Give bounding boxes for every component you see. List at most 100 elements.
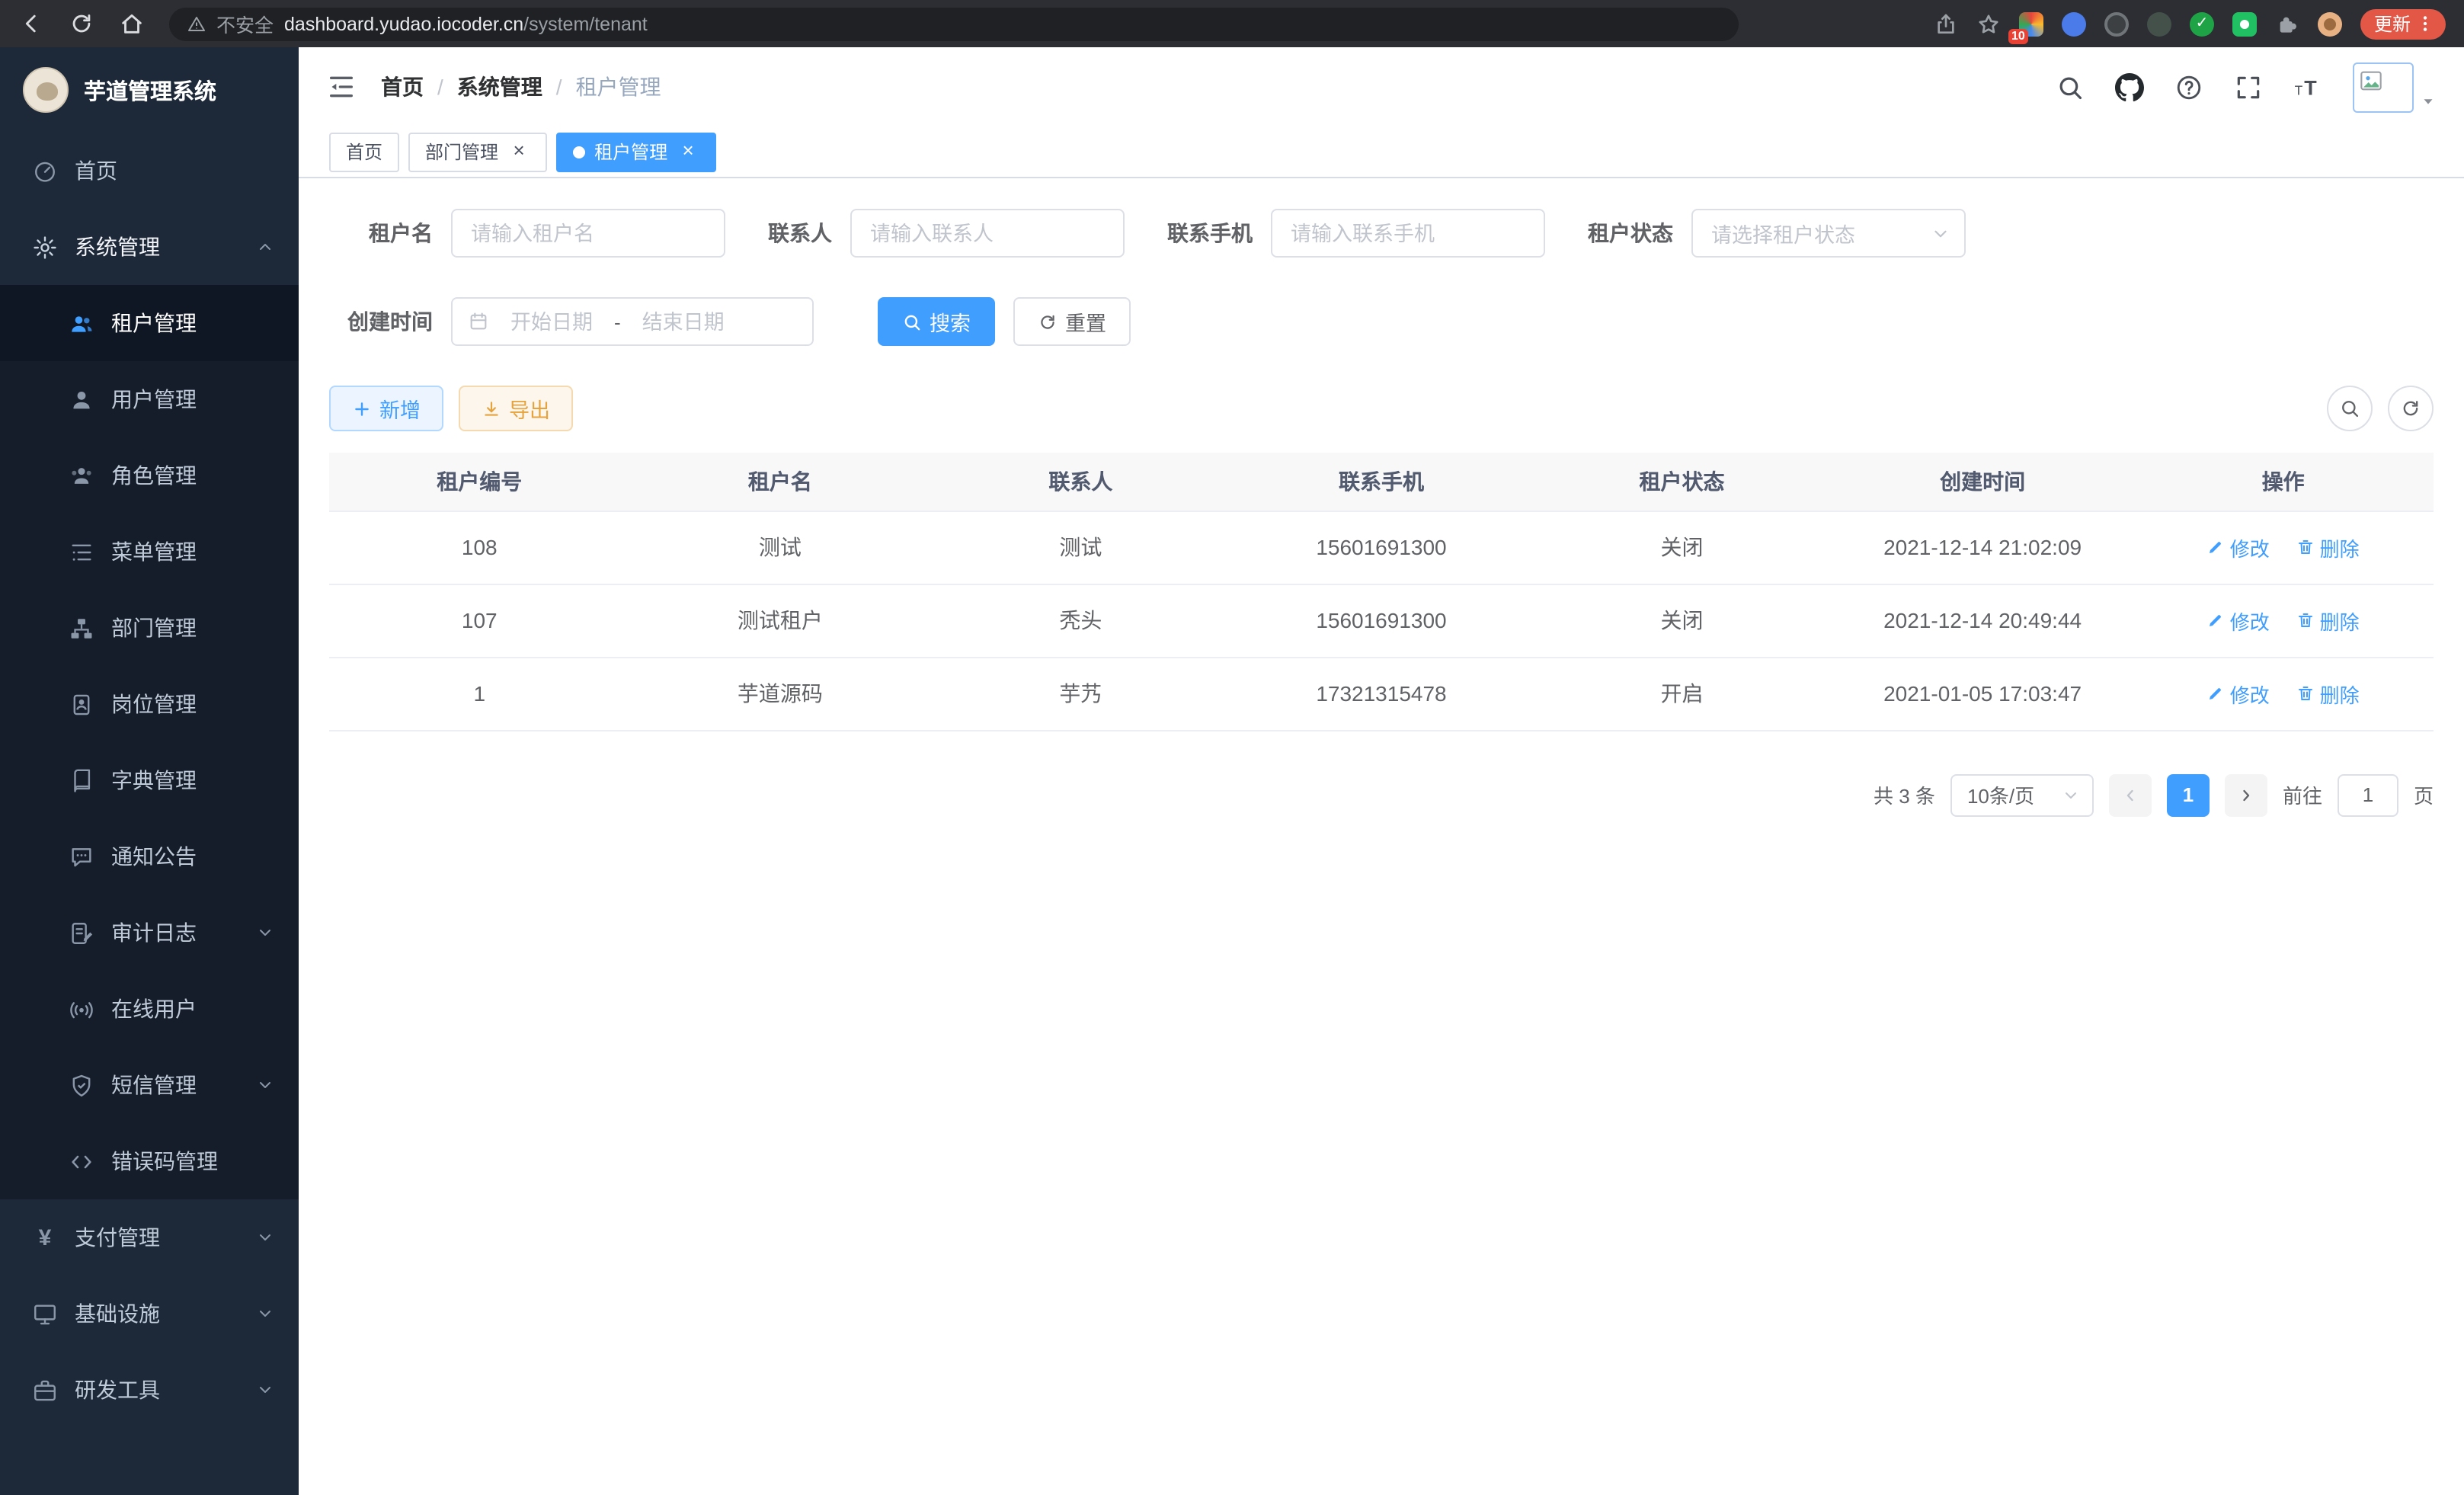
cell-created: 2021-12-14 21:02:09 — [1832, 511, 2133, 584]
start-date-input[interactable] — [495, 310, 608, 333]
chevron-down-icon — [1931, 223, 1950, 243]
sidebar-item-user-management[interactable]: 用户管理 — [0, 361, 299, 437]
font-size-icon[interactable]: TT — [2293, 72, 2322, 101]
search-icon — [2339, 398, 2360, 419]
app-logo-row[interactable]: 芋道管理系统 — [0, 47, 299, 133]
sidebar-item-error-code-management[interactable]: 错误码管理 — [0, 1123, 299, 1199]
sidebar-item-payment-management[interactable]: ¥ 支付管理 — [0, 1199, 299, 1276]
cell-phone: 15601691300 — [1231, 511, 1532, 584]
tab-home[interactable]: 首页 — [329, 132, 399, 171]
sidebar-item-dict-management[interactable]: 字典管理 — [0, 742, 299, 818]
sidebar-item-role-management[interactable]: 角色管理 — [0, 437, 299, 514]
chevron-down-icon — [256, 1076, 274, 1094]
delete-link[interactable]: 删除 — [2297, 679, 2360, 708]
tenant-status-select[interactable]: 请选择租户状态 — [1691, 209, 1966, 258]
range-separator: - — [614, 310, 621, 333]
fullscreen-icon[interactable] — [2234, 72, 2263, 101]
trash-icon — [2297, 611, 2315, 629]
edit-link[interactable]: 修改 — [2207, 679, 2270, 708]
back-icon[interactable] — [18, 11, 44, 37]
extension-adblock-icon[interactable]: 10 — [2019, 11, 2043, 36]
chevron-down-icon — [256, 1305, 274, 1323]
sidebar-item-menu-management[interactable]: 菜单管理 — [0, 514, 299, 590]
goto-page-input[interactable] — [2338, 773, 2398, 816]
phone-label: 联系手机 — [1167, 218, 1253, 248]
browser-update-button[interactable]: 更新 — [2360, 8, 2446, 39]
sidebar-item-notice[interactable]: 通知公告 — [0, 818, 299, 895]
download-icon — [482, 399, 501, 418]
menu-list-icon — [69, 539, 94, 565]
app-logo — [23, 67, 69, 113]
breadcrumb-separator: / — [437, 75, 443, 99]
tenant-name-input[interactable] — [451, 209, 725, 258]
svg-text:T: T — [2304, 76, 2317, 99]
search-icon[interactable] — [2056, 72, 2085, 101]
sidebar-item-system-management[interactable]: 系统管理 — [0, 209, 299, 285]
edit-link[interactable]: 修改 — [2207, 533, 2270, 562]
export-button[interactable]: 导出 — [459, 386, 573, 431]
sidebar-fold-icon[interactable] — [326, 72, 357, 102]
url-path: /system/tenant — [523, 13, 648, 34]
next-page-button[interactable] — [2225, 773, 2267, 816]
sidebar-item-online-users[interactable]: 在线用户 — [0, 971, 299, 1047]
breadcrumb-system[interactable]: 系统管理 — [457, 72, 542, 102]
table-row: 1 芋道源码 芋艿 17321315478 开启 2021-01-05 17:0… — [329, 657, 2434, 730]
end-date-input[interactable] — [627, 310, 740, 333]
help-icon[interactable] — [2174, 72, 2203, 101]
delete-link[interactable]: 删除 — [2297, 533, 2360, 562]
extension-shield-icon[interactable] — [2062, 11, 2086, 36]
bookmark-star-icon[interactable] — [1976, 11, 2001, 36]
refresh-table-button[interactable] — [2388, 386, 2434, 431]
reset-button[interactable]: 重置 — [1013, 297, 1131, 346]
tab-tenant-management[interactable]: 租户管理× — [556, 132, 716, 171]
reload-icon[interactable] — [69, 11, 94, 37]
pencil-icon — [2207, 684, 2226, 703]
extension-check-icon[interactable]: ✓ — [2190, 11, 2214, 36]
page-size-select[interactable]: 10条/页 — [1950, 773, 2094, 816]
extension-camera-icon[interactable] — [2104, 11, 2129, 36]
extension-dark-icon[interactable] — [2147, 11, 2171, 36]
sidebar-item-dev-tools[interactable]: 研发工具 — [0, 1352, 299, 1428]
search-icon — [902, 312, 922, 331]
sidebar-item-audit-log[interactable]: 审计日志 — [0, 895, 299, 971]
user-avatar-menu[interactable] — [2353, 62, 2437, 112]
toggle-search-button[interactable] — [2327, 386, 2373, 431]
edit-link[interactable]: 修改 — [2207, 606, 2270, 635]
close-icon[interactable]: × — [677, 140, 699, 163]
plus-icon — [352, 399, 372, 418]
delete-link[interactable]: 删除 — [2297, 606, 2360, 635]
wireless-signal-icon — [69, 996, 94, 1022]
create-time-range-picker[interactable]: - — [451, 297, 814, 346]
refresh-icon — [2400, 398, 2421, 419]
address-bar[interactable]: 不安全 dashboard.yudao.iocoder.cn/system/te… — [169, 7, 1739, 40]
warning-icon — [187, 14, 206, 33]
toolbox-icon — [32, 1377, 58, 1403]
sidebar-item-post-management[interactable]: 岗位管理 — [0, 666, 299, 742]
sidebar-item-sms-management[interactable]: 短信管理 — [0, 1047, 299, 1123]
sidebar-item-home[interactable]: 首页 — [0, 133, 299, 209]
browser-profile-avatar[interactable] — [2318, 11, 2342, 36]
breadcrumb-home[interactable]: 首页 — [381, 72, 424, 102]
search-button[interactable]: 搜索 — [878, 297, 995, 346]
add-button[interactable]: 新增 — [329, 386, 443, 431]
tenant-name-label: 租户名 — [329, 218, 433, 248]
phone-input[interactable] — [1271, 209, 1545, 258]
github-icon[interactable] — [2115, 72, 2144, 101]
col-status: 租户状态 — [1531, 453, 1832, 511]
tab-dept-management[interactable]: 部门管理× — [408, 132, 547, 171]
sidebar-item-dept-management[interactable]: 部门管理 — [0, 590, 299, 666]
extension-chat-icon[interactable] — [2232, 11, 2257, 36]
home-icon[interactable] — [119, 11, 145, 37]
share-icon[interactable] — [1934, 11, 1958, 36]
close-icon[interactable]: × — [507, 140, 530, 163]
col-phone: 联系手机 — [1231, 453, 1532, 511]
extensions-puzzle-icon[interactable] — [2275, 11, 2299, 36]
contact-input[interactable] — [850, 209, 1125, 258]
prev-page-button[interactable] — [2109, 773, 2152, 816]
sidebar-item-infrastructure[interactable]: 基础设施 — [0, 1276, 299, 1352]
cell-contact: 芋艿 — [930, 657, 1231, 730]
page-url: dashboard.yudao.iocoder.cn/system/tenant — [284, 13, 648, 34]
sidebar-item-tenant-management[interactable]: 租户管理 — [0, 285, 299, 361]
page-1-button[interactable]: 1 — [2167, 773, 2210, 816]
col-created: 创建时间 — [1832, 453, 2133, 511]
